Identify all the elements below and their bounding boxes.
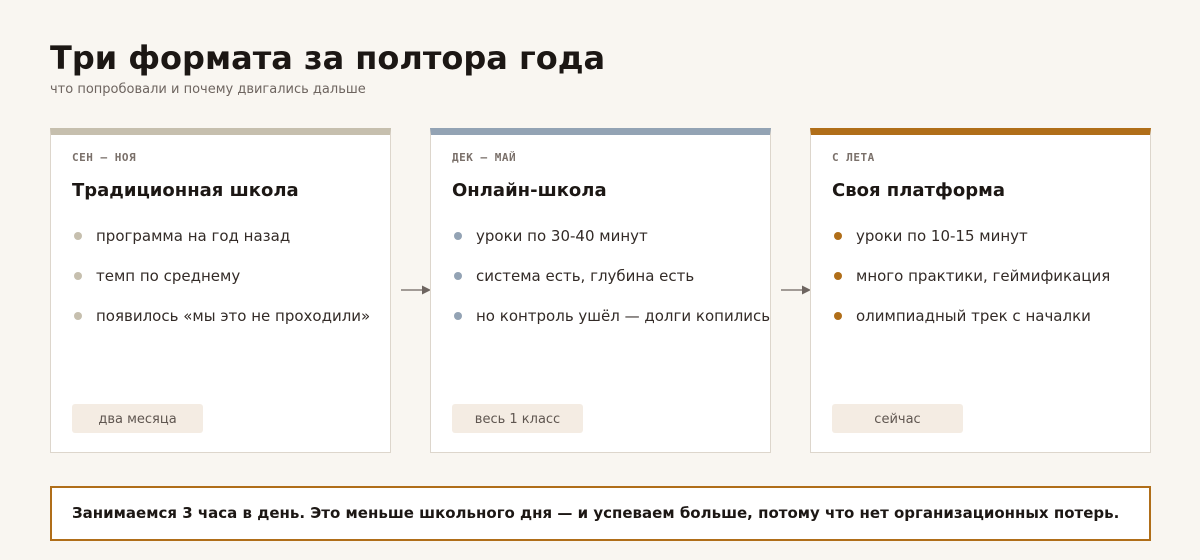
duration-badge: два месяца <box>72 404 203 433</box>
point-text: темп по среднему <box>96 267 241 285</box>
stage-title: Онлайн-школа <box>452 180 607 201</box>
summary-callout: Занимаемся 3 часа в день. Это меньше шко… <box>50 486 1151 541</box>
list-item: олимпиадный трек с началки <box>832 303 1110 343</box>
stage-card-traditional-school: СЕН — НОЯ Традиционная школа программа н… <box>50 128 391 453</box>
duration-badge: сейчас <box>832 404 963 433</box>
list-item: программа на год назад <box>72 223 370 263</box>
bullet-dot-icon <box>834 312 842 320</box>
list-item: уроки по 10-15 минут <box>832 223 1110 263</box>
duration-badge: весь 1 класс <box>452 404 583 433</box>
arrow-right-icon <box>401 285 431 295</box>
bullet-dot-icon <box>454 312 462 320</box>
list-item: система есть, глубина есть <box>452 263 770 303</box>
stage-period: ДЕК — МАЙ <box>452 151 517 164</box>
stage-title: Своя платформа <box>832 180 1005 201</box>
page-title: Три формата за полтора года <box>50 39 606 77</box>
point-text: уроки по 10-15 минут <box>856 227 1028 245</box>
stage-points: уроки по 30-40 минут система есть, глуби… <box>452 223 770 343</box>
point-text: много практики, геймификация <box>856 267 1111 285</box>
stage-points: программа на год назад темп по среднему … <box>72 223 370 343</box>
point-text: система есть, глубина есть <box>476 267 695 285</box>
point-text: но контроль ушёл — долги копились <box>476 307 771 325</box>
bullet-dot-icon <box>74 232 82 240</box>
page-subtitle: что попробовали и почему двигались дальш… <box>50 82 366 97</box>
stage-card-online-school: ДЕК — МАЙ Онлайн-школа уроки по 30-40 ми… <box>430 128 771 453</box>
bullet-dot-icon <box>454 272 462 280</box>
point-text: появилось «мы это не проходили» <box>96 307 371 325</box>
list-item: темп по среднему <box>72 263 370 303</box>
bullet-dot-icon <box>74 312 82 320</box>
list-item: уроки по 30-40 минут <box>452 223 770 263</box>
stage-period: С ЛЕТА <box>832 151 875 164</box>
list-item: но контроль ушёл — долги копились <box>452 303 770 343</box>
bullet-dot-icon <box>454 232 462 240</box>
list-item: много практики, геймификация <box>832 263 1110 303</box>
stage-points: уроки по 10-15 минут много практики, гей… <box>832 223 1110 343</box>
bullet-dot-icon <box>834 272 842 280</box>
stage-card-own-platform: С ЛЕТА Своя платформа уроки по 10-15 мин… <box>810 128 1151 453</box>
point-text: олимпиадный трек с началки <box>856 307 1091 325</box>
list-item: появилось «мы это не проходили» <box>72 303 370 343</box>
arrow-right-icon <box>781 285 811 295</box>
point-text: программа на год назад <box>96 227 291 245</box>
bullet-dot-icon <box>834 232 842 240</box>
stage-period: СЕН — НОЯ <box>72 151 137 164</box>
stage-title: Традиционная школа <box>72 180 299 201</box>
point-text: уроки по 30-40 минут <box>476 227 648 245</box>
bullet-dot-icon <box>74 272 82 280</box>
